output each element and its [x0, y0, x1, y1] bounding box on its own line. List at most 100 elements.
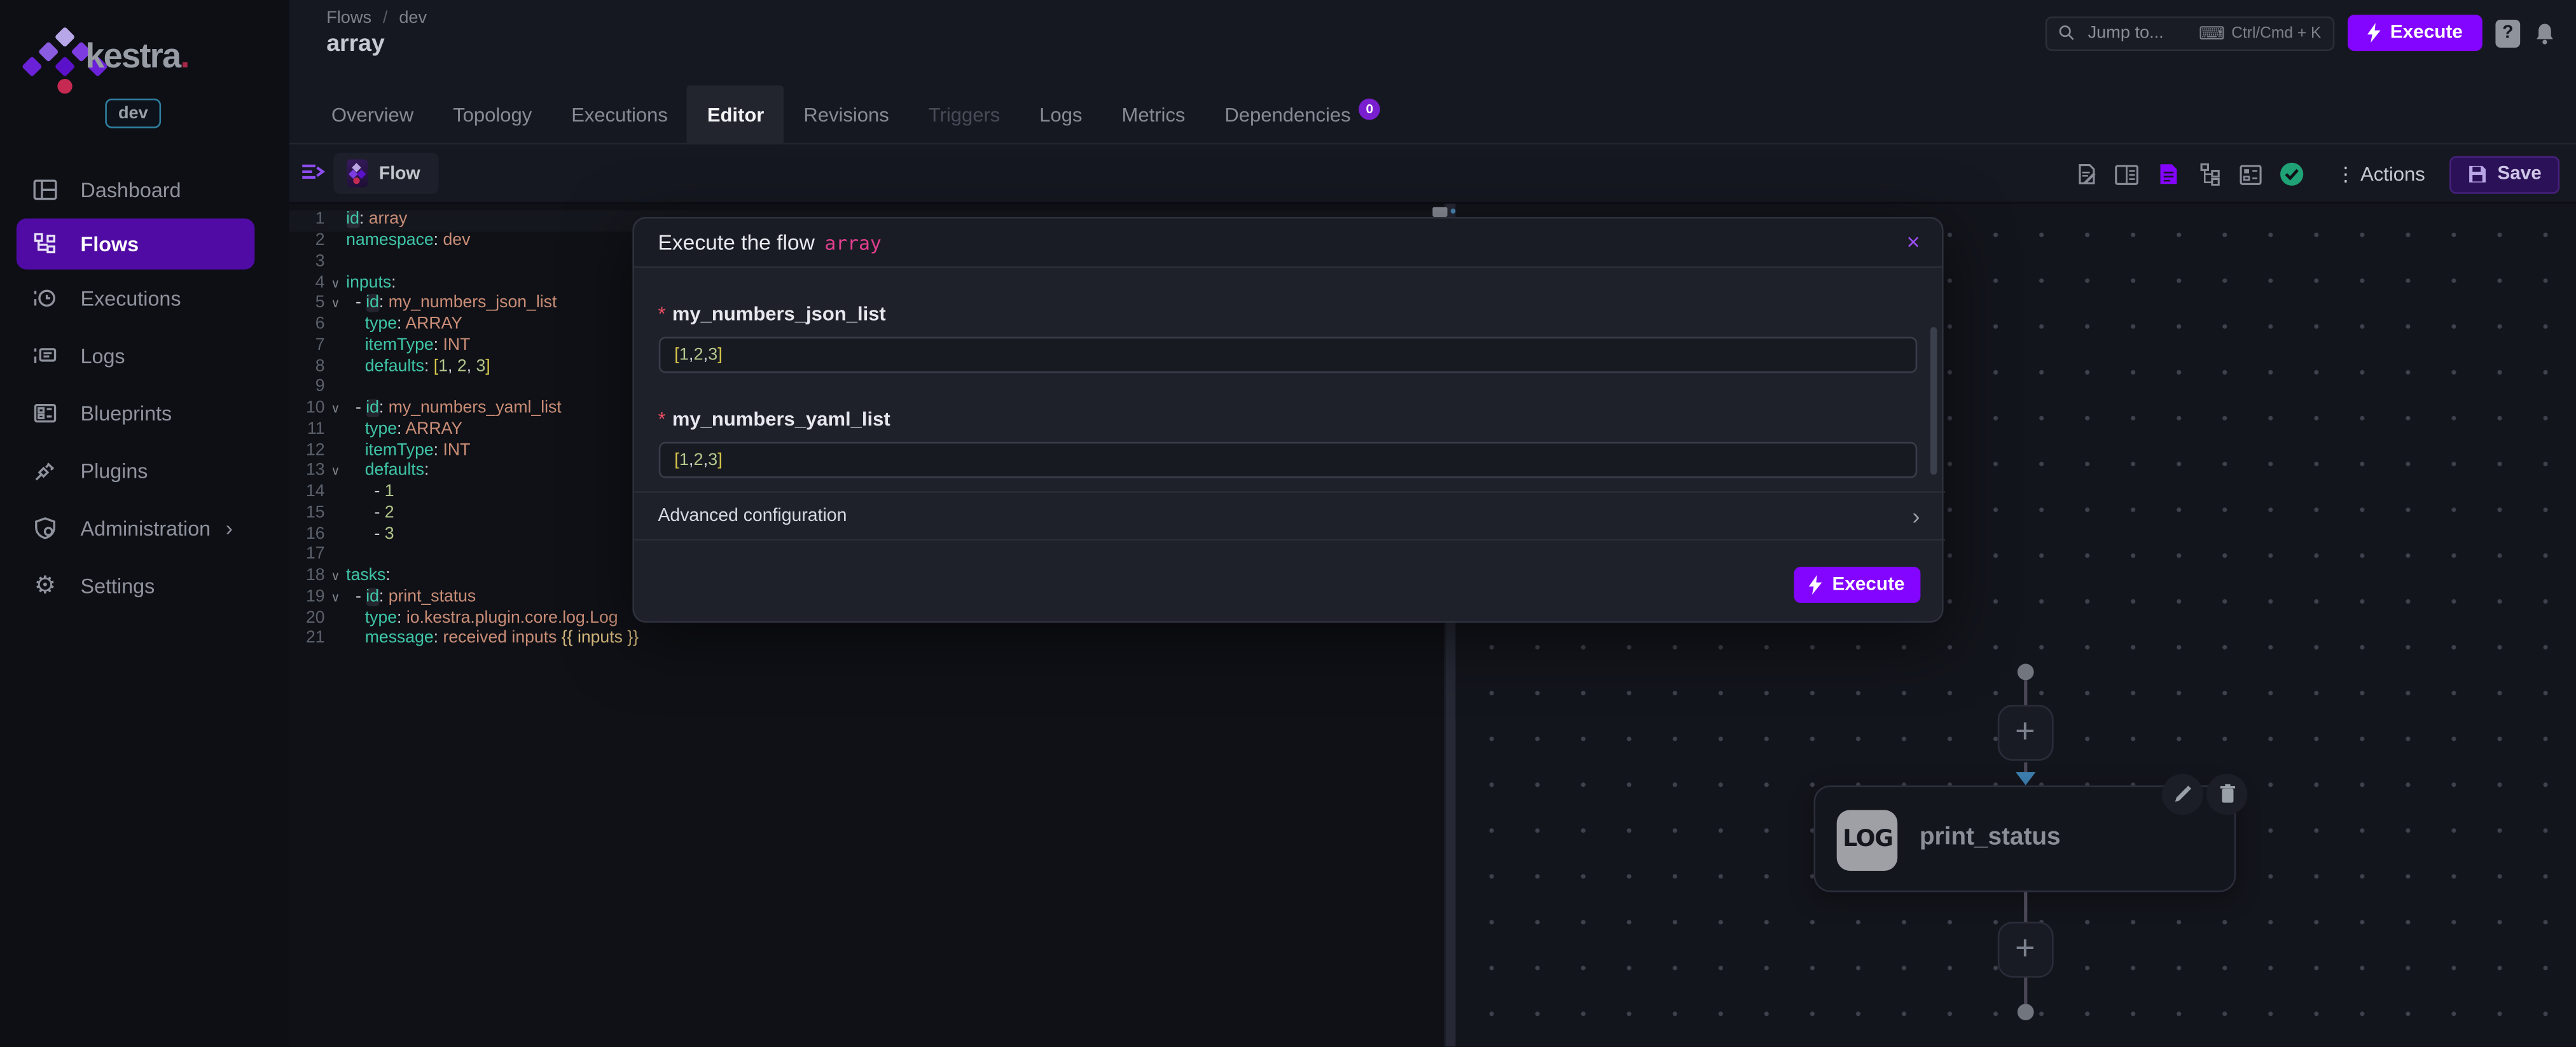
modal-flow-id: array: [824, 231, 881, 254]
tab-triggers[interactable]: Triggers: [909, 85, 1020, 145]
sidebar-item-flows[interactable]: Flows: [17, 219, 254, 270]
add-task-before-button[interactable]: +: [1997, 705, 2053, 761]
execute-button[interactable]: Execute: [2348, 15, 2483, 51]
fold-chevron-icon[interactable]: ∨: [325, 567, 347, 588]
split-handle-icon[interactable]: [1432, 206, 1447, 216]
editor-toolbar-right: ⋮ Actions Save: [2073, 145, 2559, 204]
tab-editor[interactable]: Editor: [688, 85, 784, 145]
sidebar-item-settings[interactable]: ⚙ Settings: [0, 557, 289, 614]
blueprints-panel-icon[interactable]: [2237, 161, 2263, 187]
save-button[interactable]: Save: [2449, 155, 2559, 193]
edge-line: [2023, 978, 2026, 1004]
line-number: 3: [289, 253, 325, 274]
pencil-icon: [2174, 786, 2192, 803]
gear-icon: ⚙: [33, 573, 58, 598]
breadcrumb[interactable]: Flows / dev: [326, 8, 427, 28]
bolt-icon: [2367, 23, 2381, 43]
tab-revisions[interactable]: Revisions: [784, 85, 908, 145]
fold-spacer: [325, 483, 347, 504]
fold-chevron-icon[interactable]: ∨: [325, 588, 347, 609]
log-plugin-icon: LOG: [1838, 810, 1899, 871]
sidebar-item-administration[interactable]: Administration ›: [0, 499, 289, 557]
sidebar-item-blueprints[interactable]: Blueprints: [0, 384, 289, 441]
line-number: 20: [289, 609, 325, 630]
fold-chevron-icon[interactable]: ∨: [325, 295, 347, 315]
fold-chevron-icon[interactable]: ∨: [325, 274, 347, 295]
fold-spacer: [325, 315, 347, 336]
modal-footer: Execute: [634, 539, 1941, 621]
fold-spacer: [325, 420, 347, 441]
edit-task-button[interactable]: [2163, 774, 2204, 815]
tab-dependencies[interactable]: Dependencies 0: [1205, 85, 1400, 145]
flow-file-tab[interactable]: Flow: [333, 153, 438, 195]
flow-start-dot: [2017, 663, 2033, 679]
line-number: 2: [289, 232, 325, 253]
yaml-list-input[interactable]: [1,2,3]: [658, 441, 1916, 478]
flows-tree-icon: [33, 232, 58, 256]
shield-icon: [33, 516, 58, 541]
fold-spacer: [325, 504, 347, 525]
edge-arrow-icon: [2015, 773, 2035, 786]
sidebar-item-dashboard[interactable]: Dashboard: [0, 161, 289, 218]
environment-badge: dev: [105, 99, 161, 128]
executions-clock-icon: [33, 286, 58, 310]
flow-tabs: Overview Topology Executions Editor Revi…: [312, 85, 1400, 145]
fold-spacer: [325, 441, 347, 462]
toggle-explorer-icon[interactable]: [300, 162, 325, 183]
chevron-right-icon: ›: [226, 516, 233, 541]
doc-panel-icon[interactable]: [2114, 161, 2140, 187]
tab-logs[interactable]: Logs: [1020, 85, 1102, 145]
plugins-plug-icon: [33, 459, 58, 483]
fold-spacer: [325, 525, 347, 546]
fold-spacer: [325, 630, 347, 651]
help-icon[interactable]: ?: [2495, 19, 2520, 47]
chevron-right-icon: ›: [1913, 502, 1920, 528]
edit-file-icon[interactable]: [2073, 161, 2099, 187]
modal-execute-button[interactable]: Execute: [1793, 566, 1920, 602]
sidebar-item-executions[interactable]: Executions: [0, 270, 289, 327]
tab-topology[interactable]: Topology: [433, 85, 551, 145]
kestra-logo[interactable]: kestra.: [0, 23, 289, 95]
fold-spacer: [325, 378, 347, 399]
line-number: 6: [289, 315, 325, 336]
close-icon[interactable]: ×: [1906, 231, 1920, 254]
bell-icon[interactable]: [2533, 20, 2556, 45]
tab-metrics[interactable]: Metrics: [1102, 85, 1205, 145]
page-title: array: [326, 31, 385, 57]
search-input[interactable]: [2084, 22, 2189, 45]
line-number: 4: [289, 274, 325, 295]
tab-overview[interactable]: Overview: [312, 85, 433, 145]
line-number: 7: [289, 336, 325, 357]
actions-menu[interactable]: ⋮ Actions: [2336, 163, 2425, 186]
blueprints-icon: [33, 401, 58, 426]
code-line[interactable]: 21 message: received inputs {{ inputs }}: [289, 630, 1444, 651]
topbar-actions: ⌨ Ctrl/Cmd + K Execute ?: [2045, 15, 2556, 51]
jump-to-search[interactable]: ⌨ Ctrl/Cmd + K: [2045, 16, 2334, 50]
advanced-configuration-row[interactable]: Advanced configuration ›: [634, 490, 1945, 539]
fold-chevron-icon[interactable]: ∨: [325, 462, 347, 483]
fold-spacer: [325, 232, 347, 253]
sidebar-item-logs[interactable]: Logs: [0, 327, 289, 384]
floppy-icon: [2468, 164, 2488, 184]
line-number: 18: [289, 567, 325, 588]
task-node-print-status[interactable]: LOG print_status: [1815, 786, 2237, 892]
line-number: 1: [289, 211, 325, 232]
flow-end-dot: [2017, 1004, 2033, 1020]
json-list-input[interactable]: [1,2,3]: [658, 336, 1916, 373]
trash-icon: [2219, 784, 2236, 804]
sidebar-item-plugins[interactable]: Plugins: [0, 442, 289, 499]
delete-task-button[interactable]: [2207, 774, 2248, 815]
fold-chevron-icon[interactable]: ∨: [325, 399, 347, 420]
modal-scrollbar[interactable]: [1930, 328, 1937, 475]
line-number: 9: [289, 378, 325, 399]
tab-executions[interactable]: Executions: [551, 85, 688, 145]
topology-view-icon[interactable]: [2196, 161, 2222, 187]
line-number: 21: [289, 630, 325, 651]
fold-spacer: [325, 336, 347, 357]
line-number: 11: [289, 420, 325, 441]
input-label-json-list: *my_numbers_json_list: [658, 302, 1916, 325]
required-asterisk: *: [658, 407, 665, 430]
fold-spacer: [325, 546, 347, 567]
add-task-after-button[interactable]: +: [1997, 922, 2053, 978]
flow-code-view-icon[interactable]: [2155, 161, 2181, 187]
